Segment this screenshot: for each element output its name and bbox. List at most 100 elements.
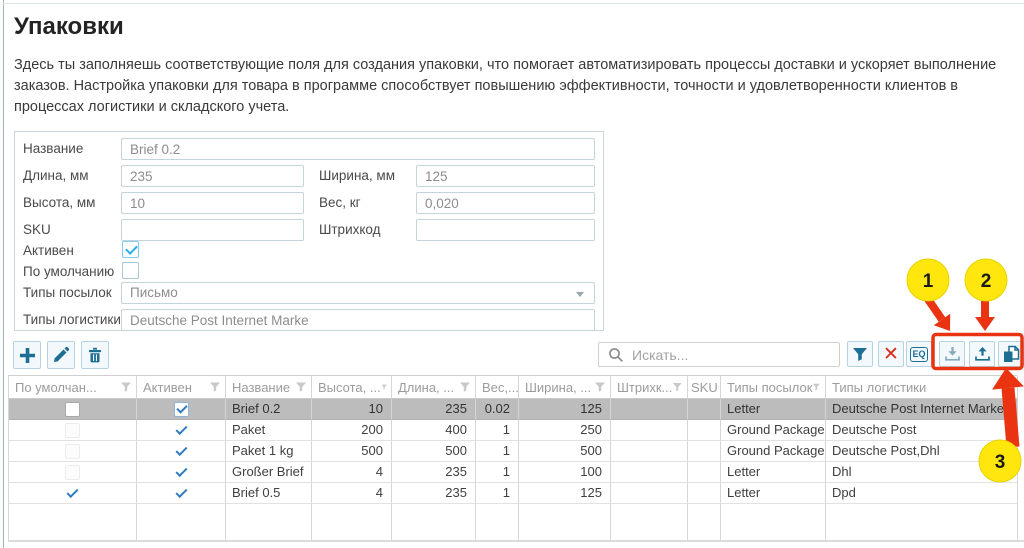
cell-parcel-type[interactable]: Letter xyxy=(721,399,826,420)
logistic-types-input[interactable] xyxy=(121,309,595,331)
cell-logistics[interactable]: Dpd xyxy=(826,483,1018,504)
table-row[interactable]: Paket 1 kg 500 500 1 500 Ground Package … xyxy=(9,441,1017,462)
funnel-icon[interactable] xyxy=(718,381,719,393)
cell-width[interactable]: 250 xyxy=(519,420,611,441)
cell-sku[interactable] xyxy=(688,399,721,420)
cell-name[interactable]: Paket xyxy=(226,420,312,441)
table-row[interactable]: Großer Brief 4 235 1 100 Letter Dhl xyxy=(9,462,1017,483)
cell-logistics[interactable]: Dhl xyxy=(826,462,1018,483)
filter-button[interactable] xyxy=(847,341,873,367)
weight-input[interactable] xyxy=(416,192,595,214)
funnel-icon[interactable] xyxy=(672,381,683,393)
col-header-active[interactable]: Активен xyxy=(137,376,226,399)
barcode-input[interactable] xyxy=(416,219,595,241)
col-header-length[interactable]: Длина, ... xyxy=(392,376,476,399)
annotation-badge-2: 2 xyxy=(965,259,1007,301)
delete-button[interactable] xyxy=(81,341,109,369)
name-input[interactable] xyxy=(121,138,595,160)
add-button[interactable] xyxy=(13,341,41,369)
cell-parcel-type[interactable]: Letter xyxy=(721,462,826,483)
default-cell-checkbox[interactable] xyxy=(65,465,80,480)
funnel-icon[interactable] xyxy=(1001,381,1013,393)
col-header-sku[interactable]: SKU xyxy=(688,376,721,399)
funnel-icon[interactable] xyxy=(120,381,132,393)
cell-height[interactable]: 10 xyxy=(312,399,392,420)
cell-logistics[interactable]: Deutsche Post,Dhl xyxy=(826,441,1018,462)
edit-button[interactable] xyxy=(47,341,75,369)
clear-filter-button[interactable]: ✕ xyxy=(878,341,904,367)
cell-parcel-type[interactable]: Ground Package xyxy=(721,420,826,441)
cell-length[interactable]: 235 xyxy=(392,399,476,420)
search-panel-button[interactable]: EQ xyxy=(906,341,932,367)
cell-weight[interactable]: 1 xyxy=(476,420,519,441)
export-button[interactable] xyxy=(969,341,995,367)
cell-sku[interactable] xyxy=(688,420,721,441)
cell-width[interactable]: 100 xyxy=(519,462,611,483)
cell-barcode[interactable] xyxy=(611,441,688,462)
import-button[interactable] xyxy=(939,341,965,367)
col-header-height[interactable]: Высота, ... xyxy=(312,376,392,399)
cell-width[interactable]: 125 xyxy=(519,483,611,504)
cell-height[interactable]: 4 xyxy=(312,483,392,504)
cell-length[interactable]: 500 xyxy=(392,441,476,462)
funnel-icon[interactable] xyxy=(295,381,307,393)
cell-height[interactable]: 500 xyxy=(312,441,392,462)
default-cell-checkbox[interactable] xyxy=(65,444,80,459)
funnel-icon[interactable] xyxy=(812,381,821,393)
cell-length[interactable]: 235 xyxy=(392,462,476,483)
default-cell-checkbox[interactable] xyxy=(65,402,80,417)
cell-sku[interactable] xyxy=(688,462,721,483)
cell-sku[interactable] xyxy=(688,483,721,504)
table-row[interactable]: Paket 200 400 1 250 Ground Package Deuts… xyxy=(9,420,1017,441)
table-row[interactable]: Brief 0.5 4 235 1 125 Letter Dpd xyxy=(9,483,1017,504)
col-header-weight[interactable]: Вес,... xyxy=(476,376,519,399)
col-header-barcode[interactable]: Штрихк... xyxy=(611,376,688,399)
cell-name[interactable]: Paket 1 kg xyxy=(226,441,312,462)
height-input[interactable] xyxy=(121,192,304,214)
cell-height[interactable]: 4 xyxy=(312,462,392,483)
cell-barcode[interactable] xyxy=(611,420,688,441)
default-cell-checkbox[interactable] xyxy=(65,423,80,438)
default-checkbox[interactable] xyxy=(122,262,139,279)
cell-name[interactable]: Brief 0.2 xyxy=(226,399,312,420)
cell-weight[interactable]: 0.02 xyxy=(476,399,519,420)
active-checkbox[interactable] xyxy=(122,241,139,258)
cell-weight[interactable]: 1 xyxy=(476,462,519,483)
active-cell-checkbox[interactable] xyxy=(174,402,189,417)
col-header-parcel-type[interactable]: Типы посылок xyxy=(721,376,826,399)
search-input[interactable] xyxy=(632,347,839,363)
col-header-name[interactable]: Название xyxy=(226,376,312,399)
cell-width[interactable]: 500 xyxy=(519,441,611,462)
cell-length[interactable]: 235 xyxy=(392,483,476,504)
cell-name[interactable]: Großer Brief xyxy=(226,462,312,483)
cell-weight[interactable]: 1 xyxy=(476,483,519,504)
parcel-types-dropdown[interactable]: Письмо xyxy=(121,282,595,304)
funnel-icon[interactable] xyxy=(459,381,471,393)
horizontal-scrollbar-track[interactable] xyxy=(8,540,1024,542)
col-header-default[interactable]: По умолчан... xyxy=(9,376,137,399)
width-input[interactable] xyxy=(416,165,595,187)
cell-parcel-type[interactable]: Ground Package xyxy=(721,441,826,462)
funnel-icon[interactable] xyxy=(594,381,606,393)
cell-name[interactable]: Brief 0.5 xyxy=(226,483,312,504)
cell-barcode[interactable] xyxy=(611,399,688,420)
table-row[interactable]: Brief 0.2 10 235 0.02 125 Letter Deutsch… xyxy=(9,399,1017,420)
cell-logistics[interactable]: Deutsche Post Internet Marke xyxy=(826,399,1018,420)
sku-input[interactable] xyxy=(121,219,304,241)
cell-barcode[interactable] xyxy=(611,483,688,504)
funnel-icon[interactable] xyxy=(209,381,221,393)
col-header-logistics[interactable]: Типы логистики xyxy=(826,376,1018,399)
cell-weight[interactable]: 1 xyxy=(476,441,519,462)
cell-logistics[interactable]: Deutsche Post xyxy=(826,420,1018,441)
cell-height[interactable]: 200 xyxy=(312,420,392,441)
search-field[interactable] xyxy=(598,342,840,367)
funnel-icon[interactable] xyxy=(381,381,387,393)
copy-button[interactable] xyxy=(998,341,1024,367)
cell-sku[interactable] xyxy=(688,441,721,462)
col-header-width[interactable]: Ширина, ... xyxy=(519,376,611,399)
length-input[interactable] xyxy=(121,165,304,187)
cell-width[interactable]: 125 xyxy=(519,399,611,420)
cell-parcel-type[interactable]: Letter xyxy=(721,483,826,504)
cell-length[interactable]: 400 xyxy=(392,420,476,441)
cell-barcode[interactable] xyxy=(611,462,688,483)
